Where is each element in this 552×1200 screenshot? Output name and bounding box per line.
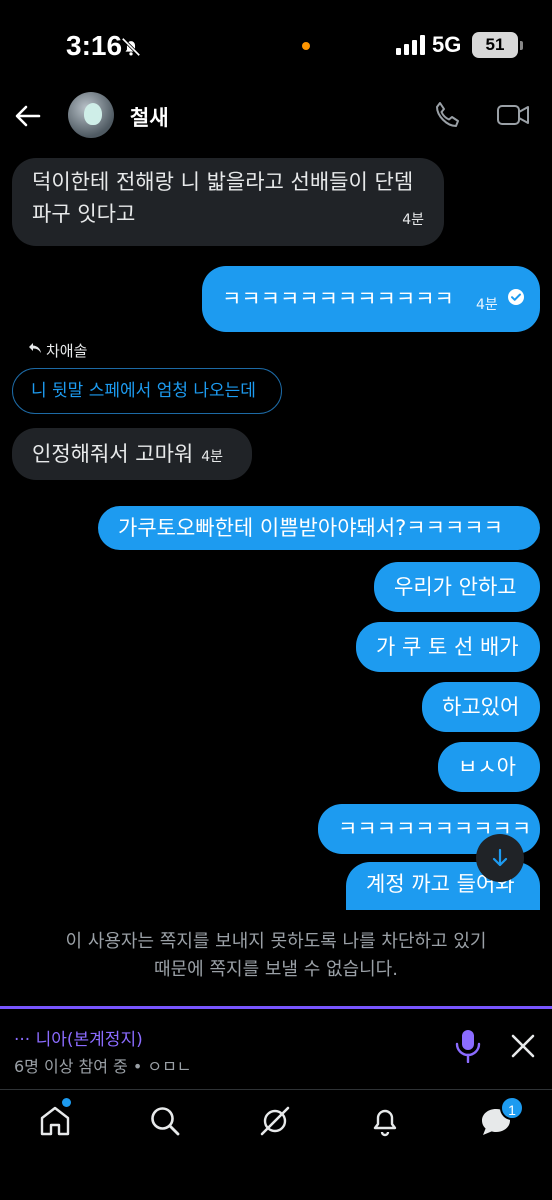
message-bubble-outgoing[interactable]: 하고있어	[422, 682, 540, 732]
message-bubble-outgoing[interactable]: 가 쿠 토 선 배가	[356, 622, 540, 672]
silent-bell-icon	[121, 37, 141, 57]
scroll-clip-edge	[0, 910, 552, 922]
message-text: 가 쿠 토 선 배가	[376, 635, 519, 659]
message-bubble-outgoing[interactable]: ㅂㅅ아	[438, 742, 540, 792]
bottom-tab-bar: 1	[0, 1089, 552, 1200]
search-icon[interactable]	[148, 1104, 182, 1138]
phone-call-icon[interactable]	[432, 100, 462, 130]
message-text: 가쿠토오빠한테 이쁨받아야돼서?ㅋㅋㅋㅋㅋ	[118, 516, 503, 540]
network-type: 5G	[432, 32, 462, 57]
conversation-header: 철새	[0, 92, 552, 142]
microphone-icon[interactable]	[454, 1029, 482, 1063]
live-space-dock[interactable]: ··· 니아(본계정지) 6명 이상 참여 중 • ㅇㅁㄴ	[0, 1009, 552, 1089]
blocked-notice-line: 때문에 쪽지를 보낼 수 없습니다.	[154, 959, 398, 980]
messages-unread-badge: 1	[500, 1096, 524, 1120]
grok-icon[interactable]	[258, 1104, 292, 1138]
privacy-indicator-dot	[302, 42, 310, 50]
message-bubble-outgoing[interactable]: ㅋㅋㅋㅋㅋㅋㅋㅋㅋㅋㅋㅋ 4분	[202, 266, 540, 332]
message-bubble-incoming[interactable]: 덕이한테 전해랑 니 밟을라고 선배들이 단뎀 파구 잇다고 4분	[12, 158, 444, 246]
contact-name[interactable]: 철새	[130, 102, 169, 132]
message-bubble-incoming[interactable]: 인정해줘서 고마워 4분	[12, 428, 252, 480]
reply-to-name: 차애솔	[46, 342, 88, 360]
message-timestamp: 4분	[201, 449, 224, 465]
message-timestamp: 4분	[402, 212, 424, 228]
message-text: 우리가 안하고	[394, 575, 517, 599]
close-icon[interactable]	[508, 1031, 538, 1061]
message-timestamp: 4분	[476, 297, 498, 313]
message-text-line: 파구 잇다고	[32, 202, 136, 226]
notifications-bell-icon[interactable]	[368, 1104, 402, 1138]
video-call-icon[interactable]	[496, 100, 530, 130]
cellular-signal-icon	[396, 35, 425, 55]
blocked-notice-line: 이 사용자는 쪽지를 보내지 못하도록 나를 차단하고 있기	[65, 931, 487, 952]
message-text: 하고있어	[442, 695, 520, 719]
scroll-to-bottom-button[interactable]	[476, 834, 524, 882]
read-check-icon	[508, 289, 524, 305]
quoted-message[interactable]: 니 뒷말 스페에서 엄청 나오는데	[12, 368, 282, 414]
avatar[interactable]	[68, 92, 114, 138]
space-title[interactable]: ··· 니아(본계정지)	[14, 1025, 143, 1050]
reply-arrow-icon	[29, 343, 41, 353]
home-unread-dot	[62, 1098, 71, 1107]
message-text: ㅋㅋㅋㅋㅋㅋㅋㅋㅋㅋㅋㅋ	[222, 287, 454, 311]
blocked-notice: 이 사용자는 쪽지를 보내지 못하도록 나를 차단하고 있기 때문에 쪽지를 보…	[0, 928, 552, 984]
space-subtitle: 6명 이상 참여 중 • ㅇㅁㄴ	[14, 1057, 192, 1076]
message-text-line: 덕이한테 전해랑 니 밟을라고 선배들이 단뎀	[32, 170, 414, 194]
message-bubble-outgoing[interactable]: 가쿠토오빠한테 이쁨받아야돼서?ㅋㅋㅋㅋㅋ	[98, 506, 540, 550]
message-text: ㅂㅅ아	[458, 755, 516, 779]
message-text: 인정해줘서 고마워	[32, 442, 194, 466]
battery-indicator: 51	[472, 32, 523, 58]
back-arrow-icon[interactable]	[14, 102, 42, 130]
home-icon[interactable]	[38, 1104, 72, 1138]
status-bar: 3:16 5G 51	[0, 0, 552, 92]
message-bubble-outgoing[interactable]: 우리가 안하고	[374, 562, 540, 612]
status-time: 3:16	[66, 30, 123, 61]
arrow-down-icon	[492, 848, 508, 867]
